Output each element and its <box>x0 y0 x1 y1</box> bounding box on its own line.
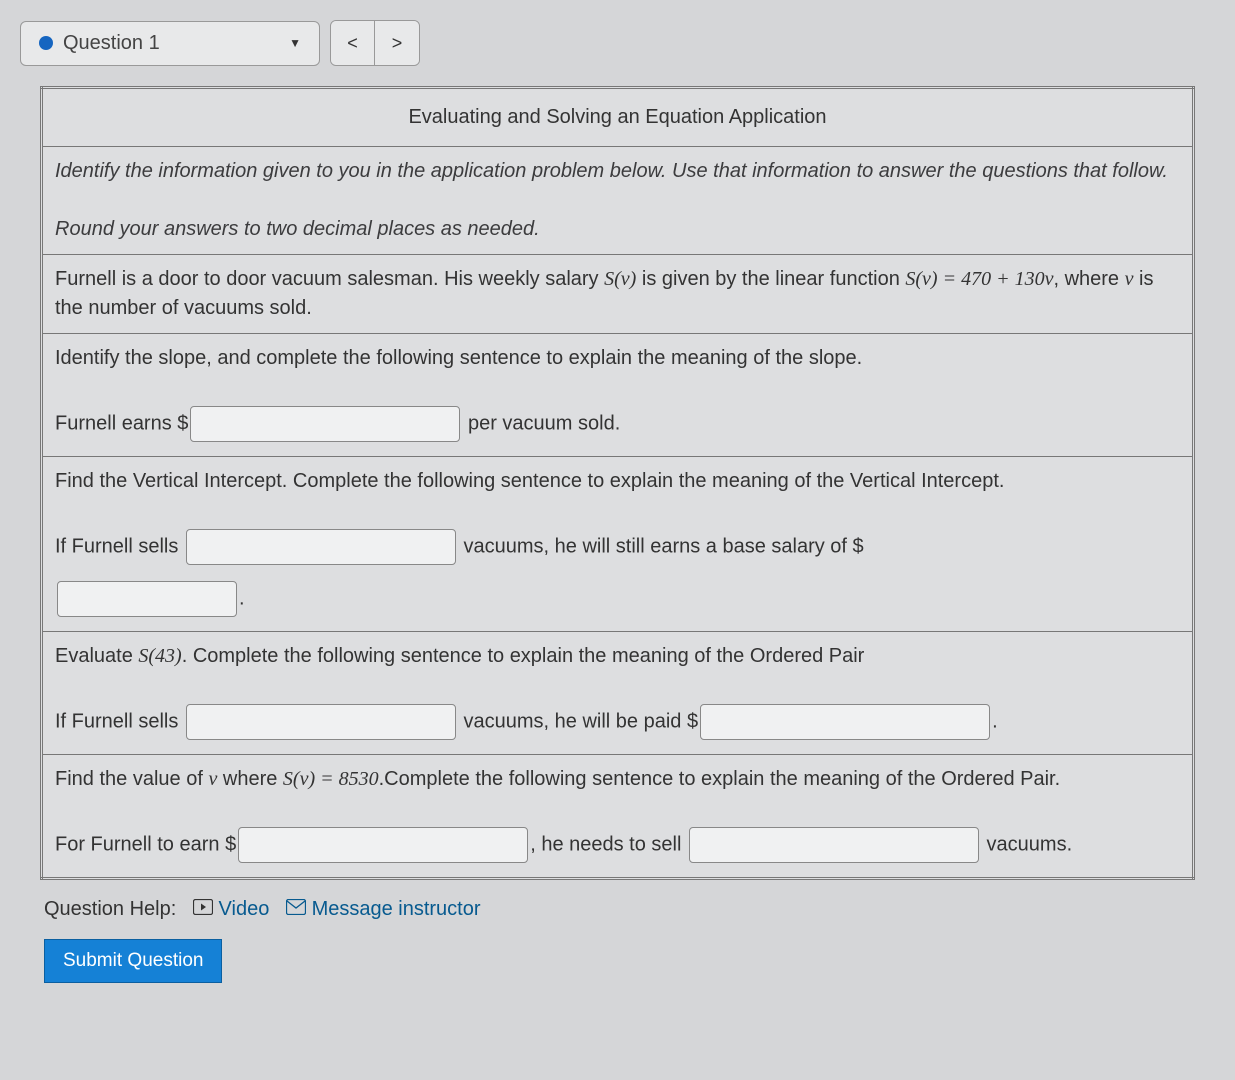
sv-label: S(v) <box>604 268 636 290</box>
problem-table: Evaluating and Solving an Equation Appli… <box>40 86 1195 880</box>
next-button[interactable]: > <box>375 21 419 65</box>
instructions-p1: Identify the information given to you in… <box>55 157 1180 186</box>
slope-cell: Identify the slope, and complete the fol… <box>42 334 1194 457</box>
video-icon <box>193 898 213 921</box>
prev-button[interactable]: < <box>331 21 375 65</box>
chevron-down-icon: ▼ <box>289 36 301 50</box>
solve-text-c: vacuums. <box>981 833 1072 855</box>
eval-vacuums-input[interactable] <box>186 704 456 740</box>
nav-arrows: < > <box>330 20 420 66</box>
eval-paid-input[interactable] <box>700 704 990 740</box>
scenario-text-b: is given by the linear function <box>636 268 905 290</box>
instructions-p2: Round your answers to two decimal places… <box>55 215 1180 244</box>
eval-text-a: If Furnell sells <box>55 710 184 732</box>
solve-text-a: For Furnell to earn $ <box>55 833 236 855</box>
mail-icon <box>286 898 306 921</box>
eval-sv43: S(43) <box>138 645 181 667</box>
solve-text-b: , he needs to sell <box>530 833 687 855</box>
vint-prompt: Find the Vertical Intercept. Complete th… <box>55 467 1180 496</box>
instructions-cell: Identify the information given to you in… <box>42 147 1194 255</box>
slope-text-a: Furnell earns $ <box>55 412 188 434</box>
solve-prompt-b: where <box>217 768 283 790</box>
help-label: Question Help: <box>44 898 176 920</box>
help-row: Question Help: Video Message instructor <box>40 880 1195 931</box>
solve-vacuums-input[interactable] <box>689 827 979 863</box>
solve-v: v <box>208 768 217 790</box>
status-bullet <box>39 36 53 50</box>
solve-cell: Find the value of v where S(v) = 8530.Co… <box>42 755 1194 879</box>
eval-prompt-a: Evaluate <box>55 645 138 667</box>
question-label: Question 1 <box>63 32 160 55</box>
solve-prompt-c: .Complete the following sentence to expl… <box>379 768 1061 790</box>
vint-text-c: . <box>239 587 245 609</box>
solve-eq: S(v) = 8530 <box>283 768 379 790</box>
vintercept-cell: Find the Vertical Intercept. Complete th… <box>42 457 1194 632</box>
evaluate-cell: Evaluate S(43). Complete the following s… <box>42 632 1194 755</box>
scenario-cell: Furnell is a door to door vacuum salesma… <box>42 255 1194 334</box>
message-instructor-link[interactable]: Message instructor <box>312 898 481 920</box>
scenario-text-c: , where <box>1053 268 1124 290</box>
question-selector[interactable]: Question 1 ▼ <box>20 21 320 66</box>
vint-text-b: vacuums, he will still earns a base sala… <box>458 535 864 557</box>
solve-earn-input[interactable] <box>238 827 528 863</box>
sv-equation: S(v) = 470 + 130v <box>905 268 1053 290</box>
table-title: Evaluating and Solving an Equation Appli… <box>42 88 1194 147</box>
slope-input[interactable] <box>190 406 460 442</box>
solve-prompt-a: Find the value of <box>55 768 208 790</box>
eval-text-b: vacuums, he will be paid $ <box>458 710 698 732</box>
scenario-text-a: Furnell is a door to door vacuum salesma… <box>55 268 604 290</box>
vint-salary-input[interactable] <box>57 581 237 617</box>
slope-prompt: Identify the slope, and complete the fol… <box>55 344 1180 373</box>
slope-text-b: per vacuum sold. <box>462 412 620 434</box>
submit-button[interactable]: Submit Question <box>44 939 222 983</box>
eval-text-c: . <box>992 710 998 732</box>
video-link[interactable]: Video <box>219 898 270 920</box>
eval-prompt-b: . Complete the following sentence to exp… <box>182 645 865 667</box>
v-label: v <box>1125 268 1134 290</box>
vint-vacuums-input[interactable] <box>186 529 456 565</box>
vint-text-a: If Furnell sells <box>55 535 184 557</box>
